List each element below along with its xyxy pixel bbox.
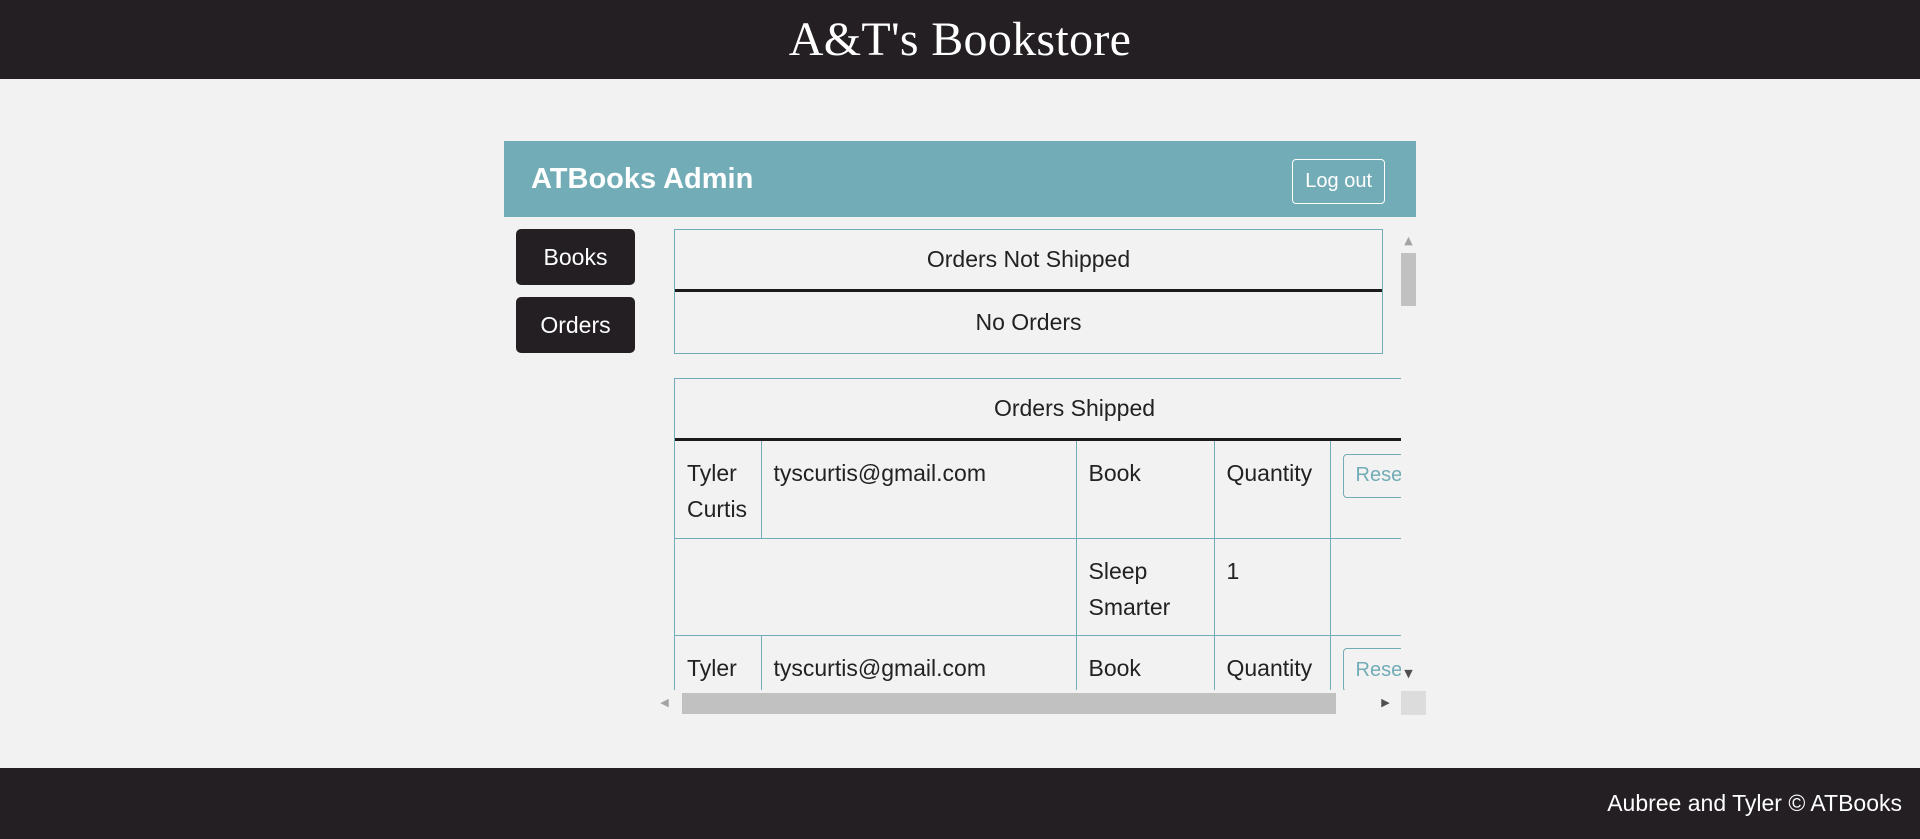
table-row: Sleep Smarter 1: [675, 537, 1401, 636]
vertical-scroll-thumb[interactable]: [1401, 253, 1416, 306]
orders-shipped-box: Orders Shipped Tyler Curtis tyscurtis@gm…: [674, 378, 1401, 690]
book-header-cell: Book: [1075, 441, 1215, 539]
admin-title: ATBooks Admin: [531, 162, 754, 195]
admin-panel: ATBooks Admin Log out Books Orders Order…: [504, 141, 1426, 716]
orders-not-shipped-header: Orders Not Shipped: [675, 230, 1382, 292]
orders-scroll-area[interactable]: Orders Not Shipped No Orders Orders Ship…: [669, 229, 1401, 690]
triangle-up-icon[interactable]: ▲: [1401, 235, 1416, 246]
quantity-header-cell: Quantity: [1213, 634, 1331, 690]
horizontal-scrollbar[interactable]: ◀ ▶: [654, 691, 1401, 715]
customer-email-cell: tyscurtis@gmail.com: [760, 441, 1077, 539]
orders-shipped-header: Orders Shipped: [675, 379, 1401, 441]
table-row: Tyler tyscurtis@gmail.com Book Quantity …: [675, 634, 1401, 690]
scrollbar-corner: [1401, 691, 1426, 715]
site-footer: Aubree and Tyler © ATBooks: [0, 768, 1920, 839]
customer-email-cell: tyscurtis@gmail.com: [760, 634, 1077, 690]
side-nav: Books Orders: [516, 229, 635, 365]
empty-cell: [1329, 537, 1401, 636]
triangle-down-icon[interactable]: ▼: [1401, 668, 1416, 679]
quantity-cell: 1: [1213, 537, 1331, 636]
book-title-cell: Sleep Smarter: [1075, 537, 1215, 636]
vertical-scrollbar[interactable]: ▲ ▼: [1401, 229, 1416, 690]
book-header-cell: Book: [1075, 634, 1215, 690]
customer-name-cell: Tyler: [675, 634, 762, 690]
customer-name-cell: Tyler Curtis: [675, 441, 762, 539]
empty-cell: [675, 537, 1077, 636]
table-row: Tyler Curtis tyscurtis@gmail.com Book Qu…: [675, 441, 1401, 539]
reset-button[interactable]: Reset: [1342, 648, 1401, 690]
no-orders-message: No Orders: [975, 308, 1082, 335]
action-cell: Reset: [1329, 441, 1401, 539]
triangle-right-icon[interactable]: ▶: [1380, 697, 1391, 708]
quantity-header-cell: Quantity: [1213, 441, 1331, 539]
nav-orders-button[interactable]: Orders: [516, 297, 635, 353]
action-cell: Reset: [1329, 634, 1401, 690]
site-title: A&T's Bookstore: [788, 13, 1132, 66]
triangle-left-icon[interactable]: ◀: [659, 697, 670, 708]
site-header: A&T's Bookstore: [0, 0, 1920, 79]
admin-bar: ATBooks Admin Log out: [504, 141, 1416, 217]
logout-button[interactable]: Log out: [1292, 158, 1385, 204]
reset-button[interactable]: Reset: [1342, 453, 1401, 498]
orders-shipped-table: Tyler Curtis tyscurtis@gmail.com Book Qu…: [675, 441, 1401, 690]
orders-not-shipped-box: Orders Not Shipped No Orders: [674, 229, 1383, 354]
nav-books-button[interactable]: Books: [516, 229, 635, 285]
horizontal-scroll-thumb[interactable]: [682, 693, 1336, 714]
footer-text: Aubree and Tyler © ATBooks: [1607, 790, 1902, 816]
